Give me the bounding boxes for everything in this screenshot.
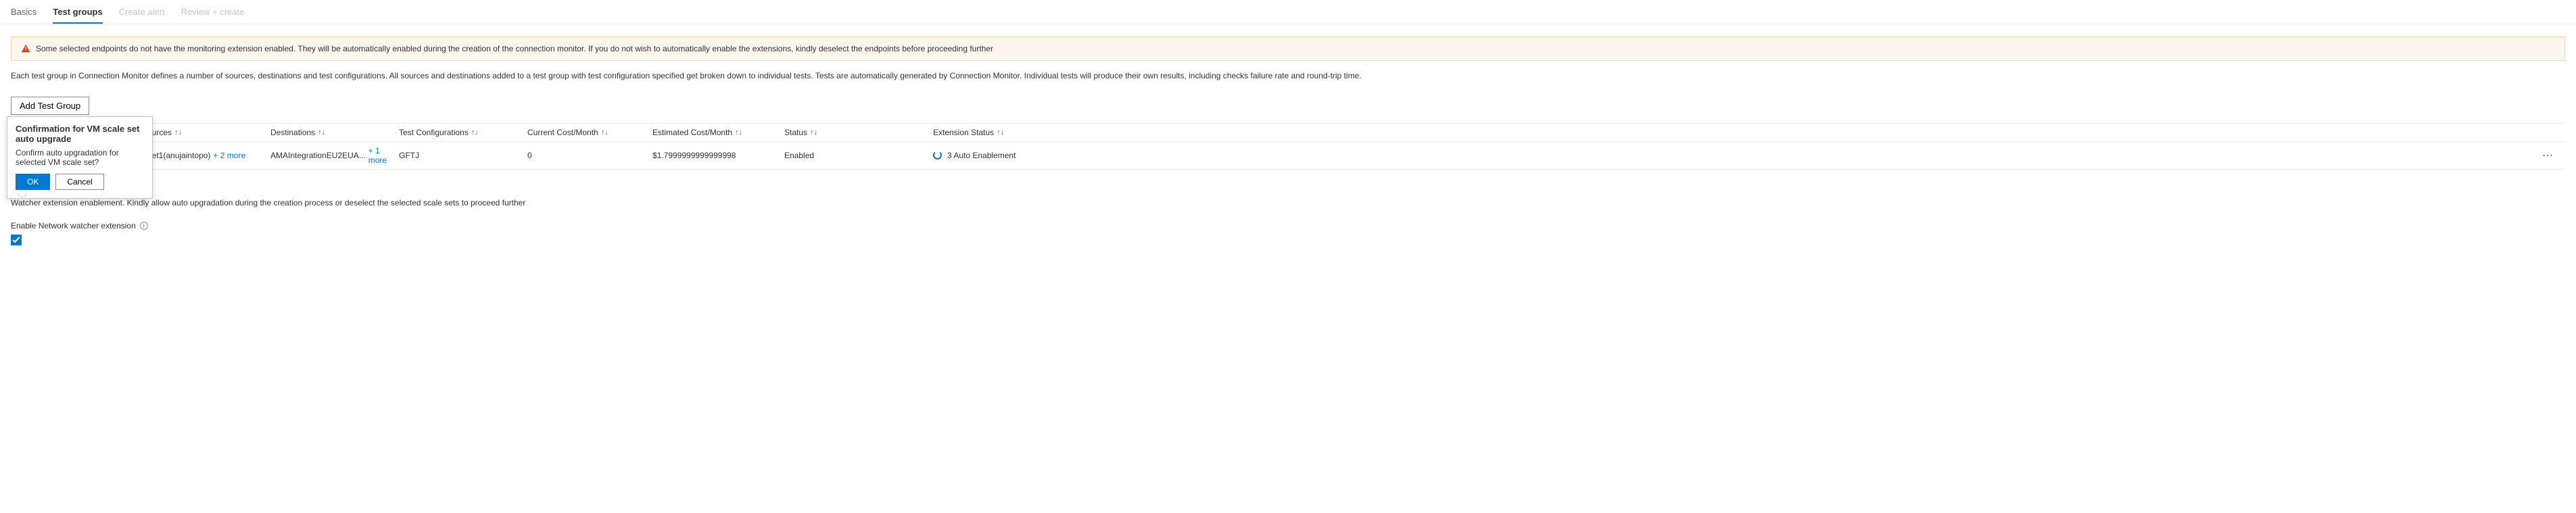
col-destinations[interactable]: Destinations↑↓: [270, 128, 399, 137]
sort-icon: ↑↓: [318, 128, 325, 137]
lower-help-text: Watcher extension enablement. Kindly all…: [11, 198, 2565, 207]
warning-icon: [21, 44, 30, 53]
wizard-tabs: Basics Test groups Create alert Review +…: [0, 0, 2576, 24]
col-sources[interactable]: Sources↑↓: [142, 128, 270, 137]
confirmation-popover: Confirmation for VM scale set auto upgra…: [7, 116, 153, 199]
row-estimated-cost: $1.7999999999999998: [652, 151, 736, 160]
refresh-icon: [933, 151, 942, 160]
warning-messagebar: Some selected endpoints do not have the …: [11, 36, 2565, 61]
popover-body: Confirm auto upgradation for selected VM…: [16, 148, 144, 167]
sort-icon: ↑↓: [601, 128, 609, 137]
sort-icon: ↑↓: [810, 128, 817, 137]
grid-header: Name Sources↑↓ Destinations↑↓ Test Confi…: [11, 124, 2565, 142]
col-status[interactable]: Status↑↓: [784, 128, 933, 137]
test-groups-grid: Name Sources↑↓ Destinations↑↓ Test Confi…: [11, 123, 2565, 170]
tab-create-alert: Create alert: [119, 0, 165, 24]
cancel-button[interactable]: Cancel: [55, 174, 103, 190]
row-status: Enabled: [784, 151, 814, 160]
tab-test-groups[interactable]: Test groups: [53, 0, 102, 24]
tab-review-create: Review + create: [181, 0, 245, 24]
sort-icon: ↑↓: [735, 128, 742, 137]
sort-icon: ↑↓: [471, 128, 479, 137]
row-extension-status: 3 Auto Enablement: [947, 151, 1016, 160]
row-more-menu-icon[interactable]: ⋯: [2542, 149, 2554, 162]
col-extension-status[interactable]: Extension Status↑↓: [933, 128, 2542, 137]
table-row[interactable]: SCFAC Vnet1(anujaintopo) + 2 more AMAInt…: [11, 142, 2565, 169]
tab-basics[interactable]: Basics: [11, 0, 37, 24]
enable-extension-checkbox[interactable]: [11, 235, 22, 245]
col-test-configs[interactable]: Test Configurations↑↓: [399, 128, 527, 137]
row-destinations-main: AMAIntegrationEU2EUA...: [270, 151, 366, 160]
info-icon[interactable]: i: [140, 222, 148, 230]
sort-icon: ↑↓: [997, 128, 1004, 137]
row-destinations-more-link[interactable]: + 1 more: [368, 146, 399, 165]
col-estimated-cost[interactable]: Estimated Cost/Month↑↓: [652, 128, 784, 137]
col-current-cost[interactable]: Current Cost/Month↑↓: [527, 128, 652, 137]
add-test-group-button[interactable]: Add Test Group: [11, 97, 89, 115]
warning-text: Some selected endpoints do not have the …: [36, 44, 993, 53]
row-current-cost: 0: [527, 151, 532, 160]
row-sources-more-link[interactable]: + 2 more: [213, 151, 245, 160]
row-test-config: GFTJ: [399, 151, 419, 160]
enable-extension-label: Enable Network watcher extension i: [11, 221, 2565, 230]
sort-icon: ↑↓: [174, 128, 182, 137]
popover-title: Confirmation for VM scale set auto upgra…: [16, 124, 144, 144]
ok-button[interactable]: OK: [16, 174, 50, 190]
page-description: Each test group in Connection Monitor de…: [11, 70, 2565, 82]
